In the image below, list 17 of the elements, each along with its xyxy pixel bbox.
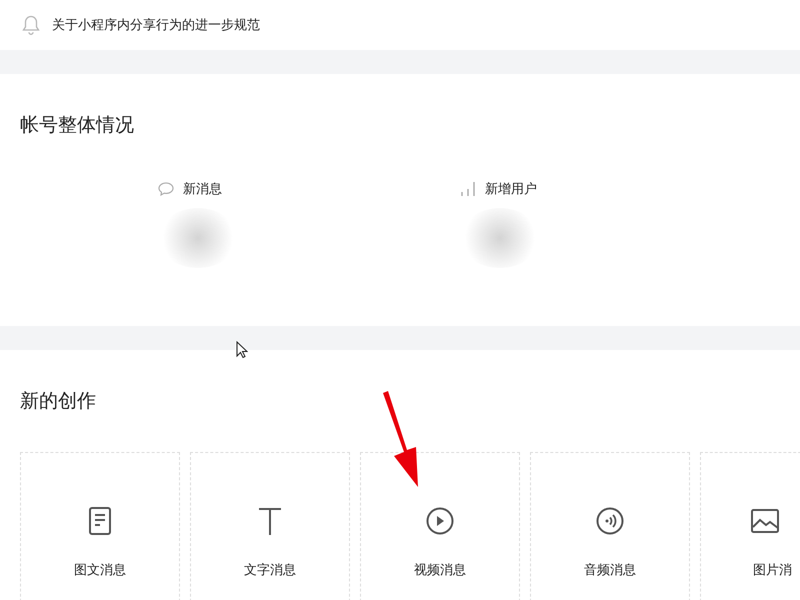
document-icon	[89, 507, 111, 535]
audio-icon	[596, 507, 624, 535]
section-title: 帐号整体情况	[20, 113, 135, 138]
letter-t-icon	[258, 507, 282, 535]
create-card[interactable]: 音频消息	[530, 452, 690, 600]
stat-label: 新增用户	[485, 181, 537, 198]
stat-label: 新消息	[183, 181, 222, 198]
create-card[interactable]: 图片消	[700, 452, 800, 600]
notice-text[interactable]: 关于小程序内分享行为的进一步规范	[52, 16, 260, 34]
play-icon	[426, 507, 454, 535]
bar-chart-icon	[460, 181, 476, 197]
speech-bubble-icon	[158, 182, 174, 196]
section-title: 新的创作	[20, 389, 97, 414]
image-icon	[751, 509, 779, 533]
create-card[interactable]: 图文消息	[20, 452, 180, 600]
create-card[interactable]: 文字消息	[190, 452, 350, 600]
bell-icon	[22, 15, 40, 35]
